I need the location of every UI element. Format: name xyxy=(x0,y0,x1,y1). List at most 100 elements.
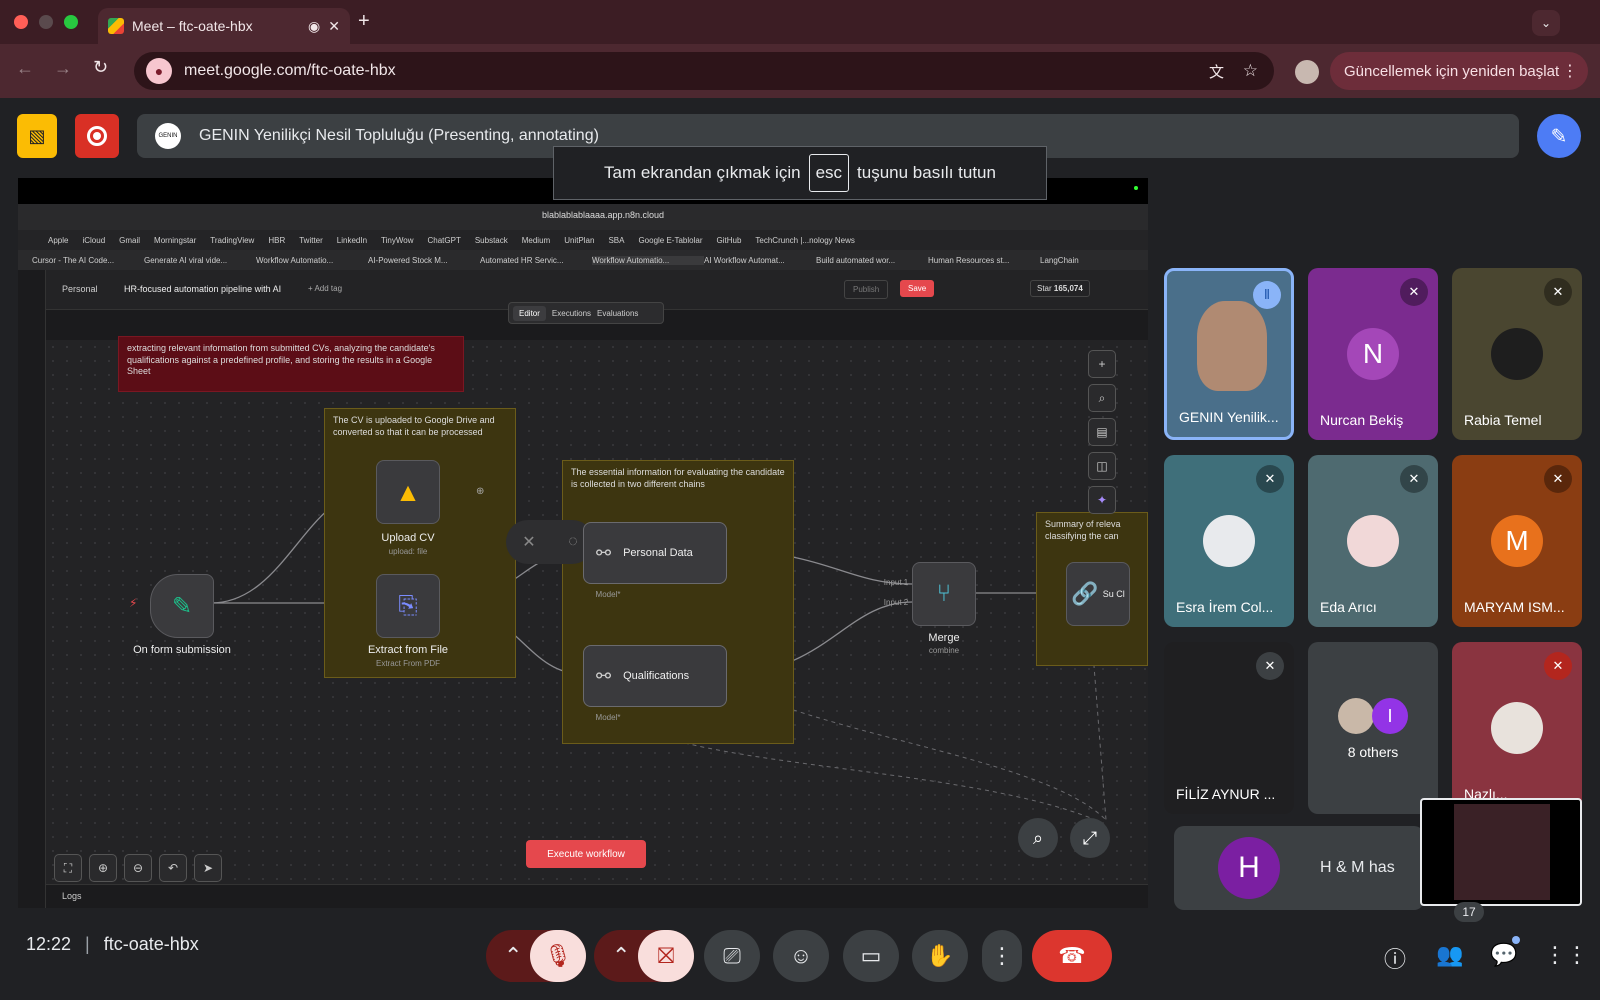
shared-tab[interactable]: Automated HR Servic... xyxy=(480,256,592,265)
captions-button[interactable]: ▭ xyxy=(843,930,899,982)
tab-executions[interactable]: Executions xyxy=(552,309,591,318)
annotate-pen-icon[interactable]: ✎ xyxy=(1537,114,1581,158)
unpin-icon[interactable]: ✕ xyxy=(522,532,535,552)
participant-tile[interactable]: ✕ N Nurcan Bekiş xyxy=(1308,268,1438,440)
bookmark-item[interactable]: ChatGPT xyxy=(427,236,460,245)
shared-tab[interactable]: Cursor - The AI Code... xyxy=(32,256,144,265)
bookmark-item[interactable]: SBA xyxy=(608,236,624,245)
bookmark-item[interactable]: Morningstar xyxy=(154,236,196,245)
github-star-button[interactable]: Star 165,074 xyxy=(1030,280,1090,297)
shared-tab[interactable]: Human Resources st... xyxy=(928,256,1040,265)
canvas-panel-icon[interactable]: ◫ xyxy=(1088,452,1116,480)
node-form-trigger[interactable]: ✎ xyxy=(150,574,214,638)
reload-icon[interactable]: ↻ xyxy=(93,57,108,78)
leave-call-button[interactable]: ☎ xyxy=(1032,930,1112,982)
workflow-canvas[interactable]: extracting relevant information from sub… xyxy=(46,336,1148,908)
canvas-ai-icon[interactable]: ✦ xyxy=(1088,486,1116,514)
self-view[interactable] xyxy=(1420,798,1582,906)
participant-tile[interactable]: ✕ M MARYAM ISM... xyxy=(1452,455,1582,627)
new-tab-button[interactable]: + xyxy=(358,10,370,33)
annotation-toolbar[interactable]: ✕ ◌ xyxy=(506,520,594,564)
maximize-window-button[interactable] xyxy=(64,15,78,29)
kebab-menu-icon[interactable]: ⋮ xyxy=(1562,61,1578,81)
zoom-screen-icon[interactable]: ⌕ xyxy=(1018,818,1058,858)
bookmark-item[interactable]: Apple xyxy=(48,236,68,245)
bookmark-item[interactable]: Google E-Tablolar xyxy=(638,236,702,245)
expand-screen-icon[interactable]: ⤢ xyxy=(1070,818,1110,858)
workflow-title[interactable]: HR-focused automation pipeline with AI xyxy=(124,284,281,294)
browser-tab[interactable]: Meet – ftc-oate-hbx ◉ ✕ xyxy=(98,8,350,44)
save-button[interactable]: Save xyxy=(900,280,935,297)
chat-icon[interactable]: 💬 xyxy=(1490,942,1517,968)
minimize-window-button[interactable] xyxy=(39,15,53,29)
close-tab-icon[interactable]: ✕ xyxy=(328,18,340,35)
people-icon[interactable]: 👥 xyxy=(1436,942,1463,968)
present-button[interactable]: ⎚ xyxy=(704,930,760,982)
emoji-button[interactable]: ☺ xyxy=(773,930,829,982)
bookmark-item[interactable]: Medium xyxy=(522,236,550,245)
profile-avatar[interactable] xyxy=(1295,60,1319,84)
bookmark-star-icon[interactable]: ☆ xyxy=(1243,61,1258,81)
back-arrow-icon[interactable]: ← xyxy=(16,58,34,79)
shared-tab[interactable]: LangChain xyxy=(1040,256,1130,265)
url-field[interactable]: ● meet.google.com/ftc-oate-hbx 文 ☆ xyxy=(134,52,1274,90)
sticky-note-description[interactable]: extracting relevant information from sub… xyxy=(118,336,464,392)
participant-tile[interactable]: ✕ Esra İrem Col... xyxy=(1164,455,1294,627)
zoom-in-icon[interactable]: ⊕ xyxy=(89,854,117,882)
participant-tile[interactable]: ⦀ GENIN Yenilik... xyxy=(1164,268,1294,440)
fit-view-icon[interactable]: ⛶ xyxy=(54,854,82,882)
canvas-add-icon[interactable]: + xyxy=(1088,350,1116,378)
bookmark-item[interactable]: HBR xyxy=(268,236,285,245)
mute-icon[interactable]: ◌ xyxy=(568,533,578,551)
activities-grid-icon[interactable]: ⋮⋮ xyxy=(1544,942,1588,968)
participant-tile[interactable]: ✕ Eda Arıcı xyxy=(1308,455,1438,627)
forward-arrow-icon[interactable]: → xyxy=(54,58,72,79)
more-options-button[interactable]: ⋮ xyxy=(982,930,1022,982)
publish-button[interactable]: Publish xyxy=(844,280,889,299)
bookmark-item[interactable]: LinkedIn xyxy=(337,236,367,245)
add-tag-link[interactable]: + Add tag xyxy=(308,284,342,293)
bookmark-item[interactable]: Substack xyxy=(475,236,508,245)
breadcrumb-personal[interactable]: Personal xyxy=(62,284,98,294)
node-personal-data[interactable]: ⚯ Personal Data xyxy=(583,522,727,584)
participant-tile-others[interactable]: I 8 others xyxy=(1308,642,1438,814)
canvas-note-icon[interactable]: ▤ xyxy=(1088,418,1116,446)
tab-search-chevron-icon[interactable]: ⌄ xyxy=(1532,10,1560,36)
participant-tile[interactable]: ✕ Rabia Temel xyxy=(1452,268,1582,440)
node-qualifications[interactable]: ⚯ Qualifications xyxy=(583,645,727,707)
update-restart-button[interactable]: Güncellemek için yeniden başlat ⋮ xyxy=(1330,52,1588,90)
node-extract-file[interactable]: ⎘ xyxy=(376,574,440,638)
undo-icon[interactable]: ↶ xyxy=(159,854,187,882)
pointer-icon[interactable]: ➤ xyxy=(194,854,222,882)
participant-tile-hm[interactable]: H H & M has xyxy=(1174,826,1424,910)
bookmark-item[interactable]: GitHub xyxy=(717,236,742,245)
raise-hand-button[interactable]: ✋ xyxy=(912,930,968,982)
participant-tile[interactable]: ✕ Nazlı... xyxy=(1452,642,1582,814)
participant-tile[interactable]: ✕ FİLİZ AYNUR ... xyxy=(1164,642,1294,814)
mic-toggle-button[interactable]: 🎙 xyxy=(530,930,586,982)
bookmark-item[interactable]: TechCrunch |...nology News xyxy=(755,236,854,245)
logs-panel[interactable]: Logs xyxy=(46,884,1148,908)
node-summary-chain[interactable]: 🔗 Su Cl xyxy=(1066,562,1130,626)
shared-tab[interactable]: Generate AI viral vide... xyxy=(144,256,256,265)
add-node-plus-icon[interactable]: ⊕ xyxy=(476,486,484,497)
shared-tab[interactable]: Workflow Automatio... xyxy=(256,256,368,265)
close-window-button[interactable] xyxy=(14,15,28,29)
node-merge[interactable]: ⑂ xyxy=(912,562,976,626)
shared-tab[interactable]: AI Workflow Automat... xyxy=(704,256,816,265)
canvas-search-icon[interactable]: ⌕ xyxy=(1088,384,1116,412)
shared-tab[interactable]: AI-Powered Stock M... xyxy=(368,256,480,265)
zoom-out-icon[interactable]: ⊖ xyxy=(124,854,152,882)
shared-tab[interactable]: Build automated wor... xyxy=(816,256,928,265)
info-icon[interactable]: ⓘ xyxy=(1384,942,1406,974)
bookmark-item[interactable]: UnitPlan xyxy=(564,236,594,245)
bookmark-item[interactable]: TinyWow xyxy=(381,236,413,245)
shared-tab-active[interactable]: Workflow Automatio... xyxy=(592,255,704,265)
tab-evaluations[interactable]: Evaluations xyxy=(597,309,638,318)
execute-workflow-button[interactable]: Execute workflow xyxy=(526,840,646,868)
bookmark-item[interactable]: Twitter xyxy=(299,236,323,245)
bookmark-item[interactable]: iCloud xyxy=(82,236,105,245)
tab-editor[interactable]: Editor xyxy=(513,305,546,321)
stop-presenting-icon[interactable]: ▧ xyxy=(17,114,57,158)
bookmark-item[interactable]: Gmail xyxy=(119,236,140,245)
